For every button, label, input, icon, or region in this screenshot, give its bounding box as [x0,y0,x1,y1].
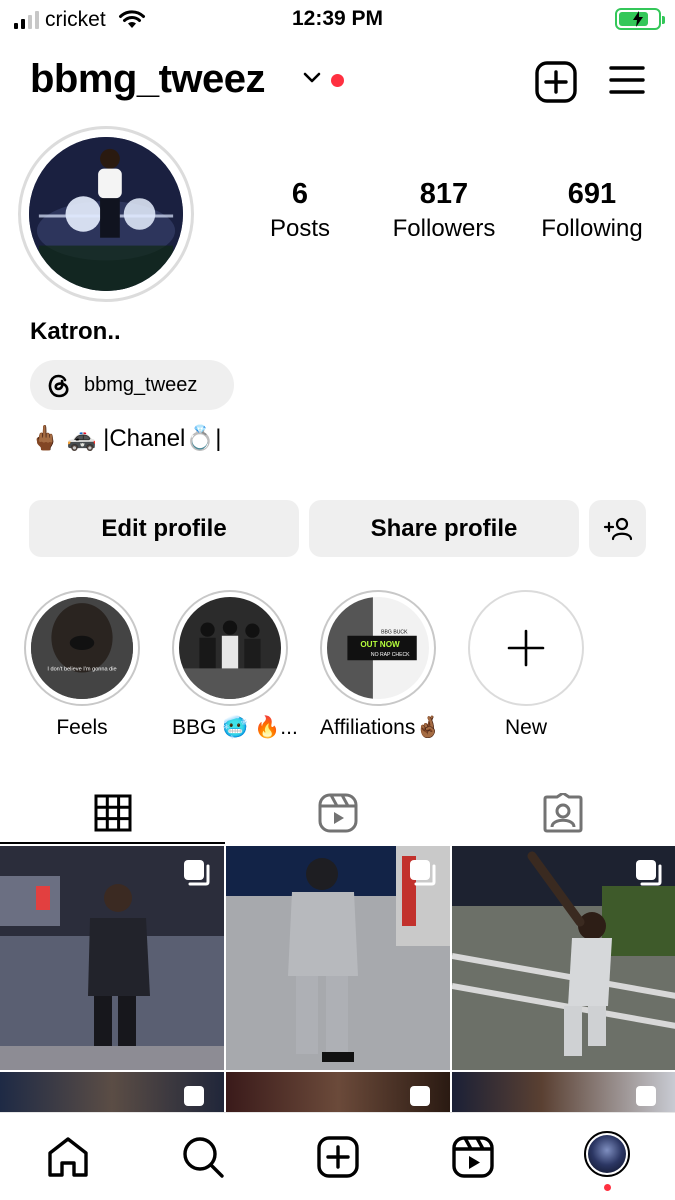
highlight-caption: I don't believe I'm gonna die [47,666,116,672]
profile-avatar[interactable] [18,126,194,302]
stat-followers[interactable]: 817 Followers [360,178,528,243]
tab-posts[interactable] [0,782,225,844]
edit-profile-button[interactable]: Edit profile [29,500,299,557]
multiple-photos-icon [636,860,662,886]
stat-value: 691 [567,178,617,210]
highlight-caption: OUT NOW [360,640,400,649]
stat-label: Followers [392,215,496,242]
highlight-label: BBG 🥶 🔥... [172,716,298,739]
highlight-cover [179,597,281,699]
highlight-new[interactable]: New [468,590,584,740]
stat-label: Following [541,215,643,242]
highlight-ring: OUT NOW BBG BUCK NO RAP CHECK [320,590,436,706]
multiple-photos-icon [410,1086,430,1106]
reels-icon[interactable] [451,1135,495,1179]
highlight-sub: BBG BUCK [381,630,408,636]
highlight-feels[interactable]: I don't believe I'm gonna die Feels [24,590,140,740]
highlight-affiliations[interactable]: OUT NOW BBG BUCK NO RAP CHECK Affiliatio… [320,590,442,740]
status-bar: cricket 12:39 PM [0,0,675,40]
multiple-photos-icon [184,1086,204,1106]
share-profile-button[interactable]: Share profile [309,500,579,557]
threads-handle: bbmg_tweez [84,373,198,396]
threads-icon [48,374,69,398]
post-thumbnail[interactable] [0,1072,224,1112]
post-thumbnail[interactable] [452,1072,675,1112]
highlight-ring [468,590,584,706]
bottom-nav [0,1112,675,1200]
discover-people-button[interactable] [589,500,646,557]
grid-icon [94,794,131,832]
search-icon[interactable] [181,1135,225,1179]
profile-stats: 6 Posts 817 Followers 691 Following [240,178,660,243]
post-thumbnail[interactable] [452,846,675,1070]
multiple-photos-icon [184,860,210,886]
stat-posts[interactable]: 6 Posts [240,178,360,243]
username-switcher[interactable]: bbmg_tweez [30,57,266,102]
avatar-photo [29,137,183,291]
avatar [588,1135,626,1173]
battery-icon [615,8,665,30]
highlight-label: New [504,716,547,739]
post-thumbnail[interactable] [226,1072,450,1112]
post-thumbnail[interactable] [0,846,224,1070]
tab-reels[interactable] [225,782,450,844]
posts-grid [0,846,675,1112]
bio: 🖕🏾 🚓 |Chanel💍| [30,425,222,452]
clock: 12:39 PM [291,7,384,30]
active-tab-indicator [0,842,225,844]
stat-label: Posts [269,215,331,242]
highlight-ring: I don't believe I'm gonna die [24,590,140,706]
highlight-bbg[interactable]: BBG 🥶 🔥... [172,590,298,740]
profile-header: bbmg_tweez [30,55,645,111]
highlight-ring [172,590,288,706]
reels-icon [318,793,357,833]
multiple-photos-icon [410,860,436,886]
threads-link[interactable]: bbmg_tweez [30,360,234,410]
highlight-cover: I don't believe I'm gonna die [31,597,133,699]
create-icon[interactable] [535,61,577,103]
stat-following[interactable]: 691 Following [528,178,656,243]
menu-icon[interactable] [609,65,645,95]
create-post-icon[interactable] [316,1135,360,1179]
notification-dot [331,74,344,87]
notification-dot [604,1184,611,1191]
highlight-label: Feels [56,716,108,739]
chevron-down-icon[interactable] [302,71,322,85]
highlight-cover: OUT NOW BBG BUCK NO RAP CHECK [327,597,429,699]
profile-tabs [0,782,675,844]
profile-avatar-nav[interactable] [584,1131,630,1177]
stat-value: 817 [419,178,469,210]
post-thumbnail[interactable] [226,846,450,1070]
highlight-label: Affiliations🤞🏾 [320,716,442,739]
stat-value: 6 [291,178,309,210]
add-person-icon [603,517,632,540]
tab-tagged[interactable] [450,782,675,844]
multiple-photos-icon [636,1086,656,1106]
highlight-sub2: NO RAP CHECK [371,652,410,658]
plus-icon [507,629,545,667]
tagged-icon [543,793,582,833]
display-name: Katron.. [30,318,121,345]
home-icon[interactable] [46,1135,90,1179]
